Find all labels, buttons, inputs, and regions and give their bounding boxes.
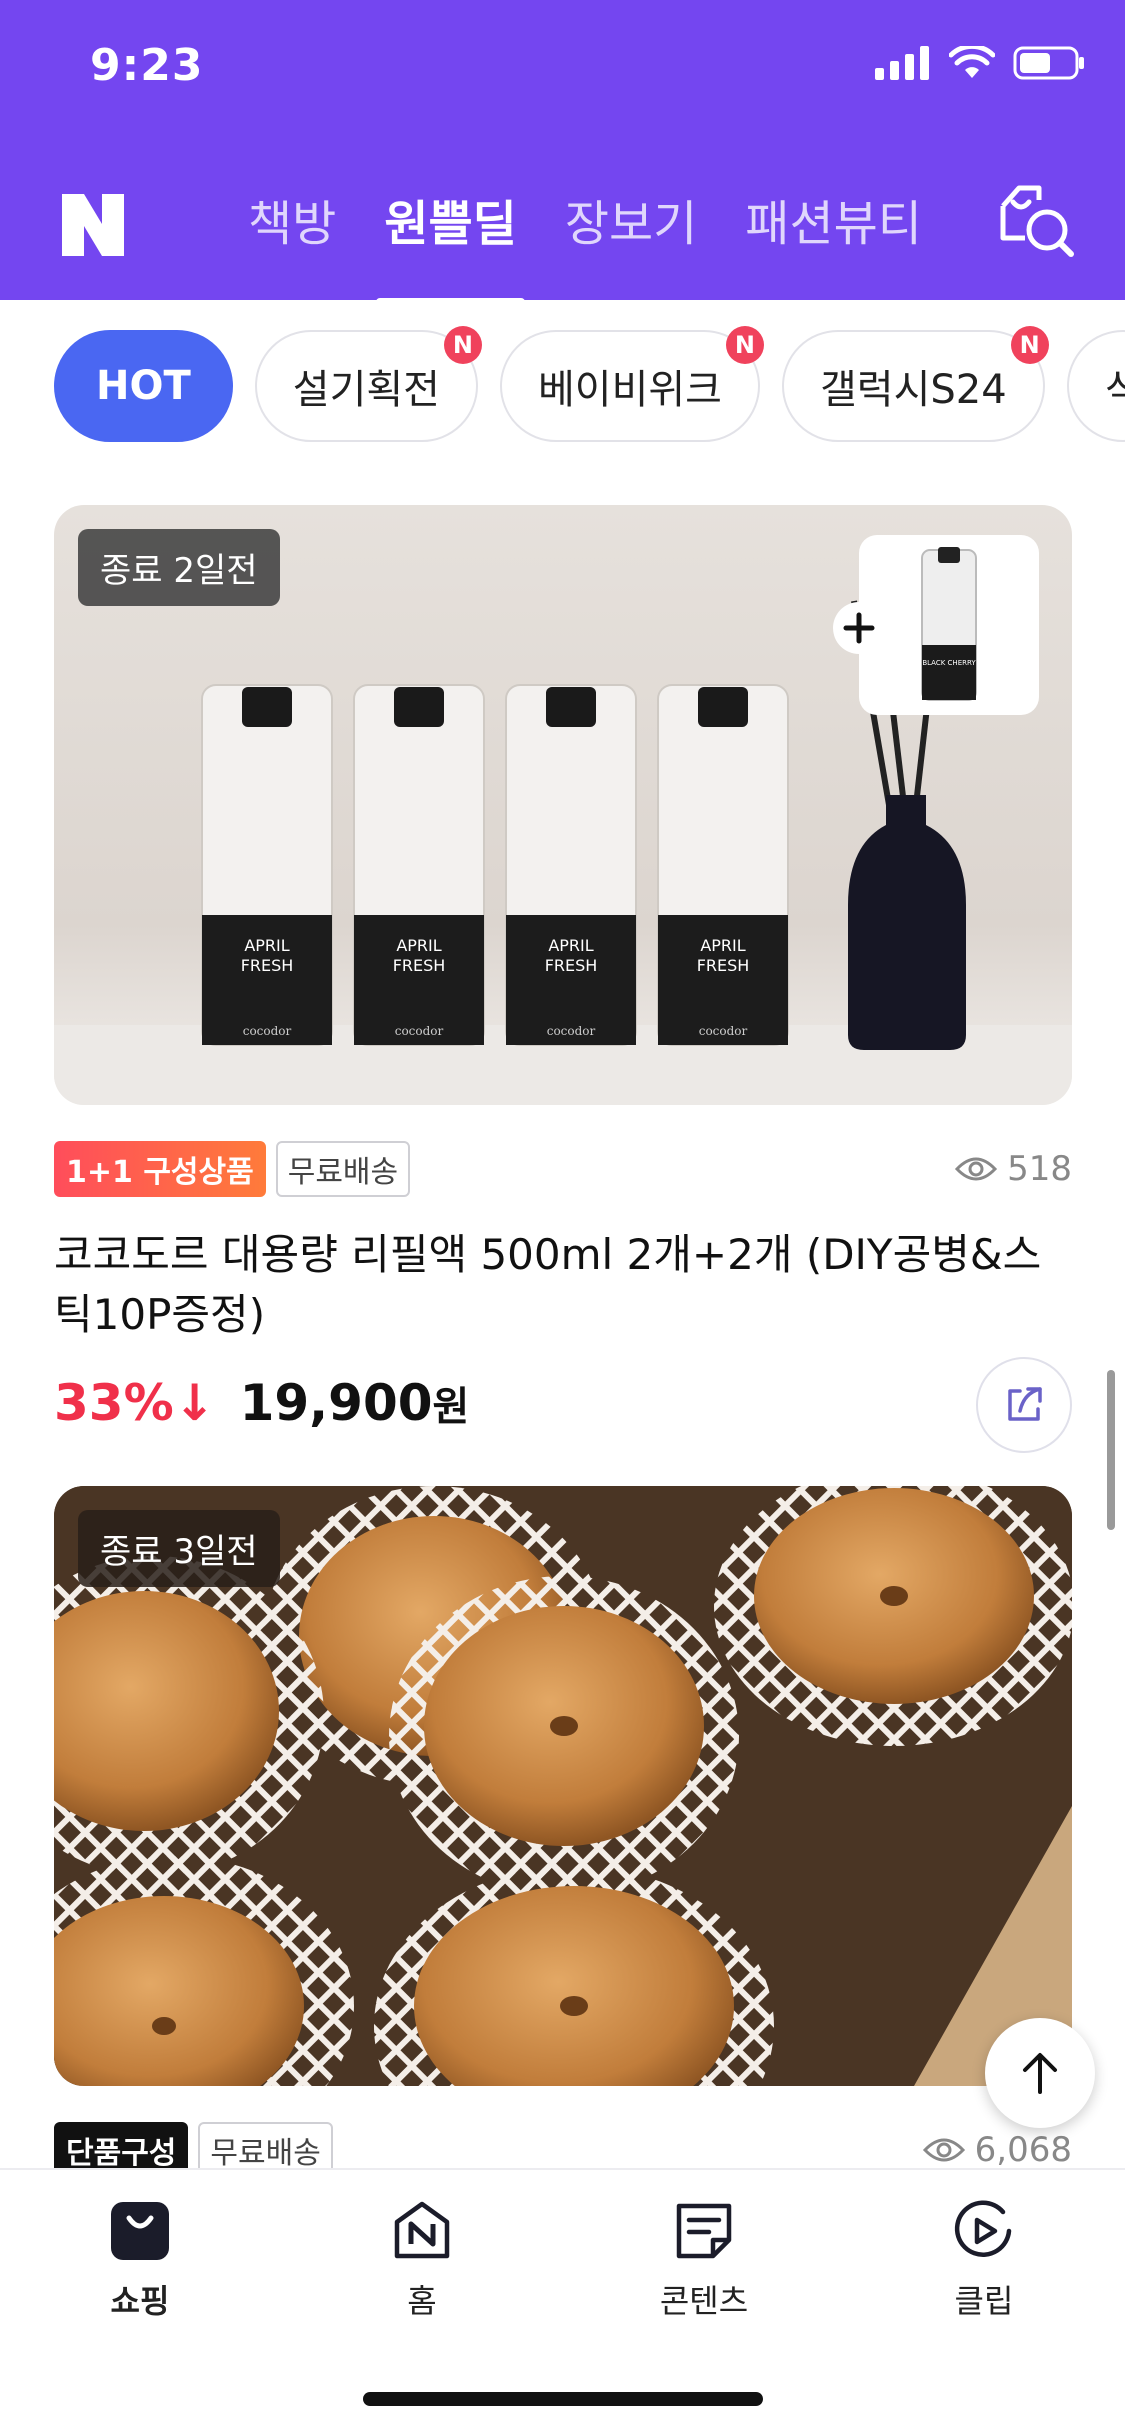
nav-label: 클립 <box>954 2282 1014 2320</box>
new-badge: N <box>443 326 482 364</box>
view-count: 6,068 <box>922 2130 1072 2170</box>
chip-label: 설기획전 <box>292 367 440 413</box>
chip-label: 갤럭시S24 <box>819 367 1007 413</box>
bottle-label: FRESH <box>545 956 598 975</box>
wifi-icon <box>949 46 995 78</box>
product-image-pears[interactable]: 종료 3일전 <box>54 1486 1072 2086</box>
chip-galaxy-s24[interactable]: 갤럭시S24 N <box>781 326 1049 442</box>
home-indicator[interactable] <box>363 2392 763 2406</box>
product-title[interactable]: 코코도르 대용량 리필액 500ml 2개+2개 (DIY공병&스틱10P증정) <box>54 1225 1072 1345</box>
product-image-diffuser[interactable]: APRIL FRESH cocodor APRIL FRESH cocodor … <box>54 505 1072 1105</box>
signal-icon <box>875 46 929 80</box>
inset-label: BLACK CHERRY <box>922 659 976 667</box>
view-count: 518 <box>955 1149 1072 1189</box>
view-count-value: 6,068 <box>974 2130 1072 2170</box>
status-bar: 9:23 <box>0 0 1125 140</box>
tab-bookroom[interactable]: 책방 <box>248 184 336 254</box>
deadline-badge: 종료 3일전 <box>78 1510 280 1587</box>
eye-icon <box>922 2138 965 2162</box>
tab-grocery[interactable]: 장보기 <box>565 184 697 254</box>
product-tags: 1+1 구성상품 무료배송 518 <box>54 1141 1072 1197</box>
chip-label: 식 <box>1104 367 1125 413</box>
bottle-label: APRIL <box>700 936 745 955</box>
clip-play-icon <box>954 2200 1012 2257</box>
price: 19,900원 <box>240 1374 470 1432</box>
shopping-search-icon[interactable] <box>991 176 1081 266</box>
arrow-up-icon <box>1023 2053 1057 2094</box>
battery-icon <box>1013 46 1084 80</box>
deadline-badge: 종료 2일전 <box>78 529 280 606</box>
tab-fashion-beauty[interactable]: 패션뷰티 <box>745 184 922 254</box>
discount-rate: 33%↓ <box>54 1374 216 1432</box>
eye-icon <box>955 1157 998 1181</box>
chip-food[interactable]: 식 <box>1066 330 1125 442</box>
chip-seol-promo[interactable]: 설기획전 N <box>254 326 482 442</box>
shopping-bag-icon <box>111 2202 169 2260</box>
nav-contents[interactable]: 콘텐츠 <box>604 2200 804 2322</box>
nav-label: 홈 <box>407 2282 437 2320</box>
brand-label: cocodor <box>395 1024 444 1038</box>
nav-clip[interactable]: 클립 <box>884 2200 1084 2322</box>
new-badge: N <box>725 326 764 364</box>
bottle-label: APRIL <box>244 936 289 955</box>
bottle-label: FRESH <box>241 956 294 975</box>
bundle-tag: 1+1 구성상품 <box>54 1141 266 1197</box>
product-card[interactable]: APRIL FRESH cocodor APRIL FRESH cocodor … <box>54 505 1072 1453</box>
chip-label: 베이비위크 <box>537 367 722 413</box>
price-value: 19,900 <box>239 1374 433 1432</box>
chip-label: HOT <box>96 363 191 409</box>
bottle-label: FRESH <box>393 956 446 975</box>
bottle-label: APRIL <box>548 936 593 955</box>
new-badge: N <box>1010 326 1049 364</box>
home-n-icon <box>394 2201 450 2259</box>
nav-home[interactable]: 홈 <box>322 2200 522 2322</box>
nav-shopping[interactable]: 쇼핑 <box>40 2200 240 2322</box>
filter-chips: HOT 설기획전 N 베이비위크 N 갤럭시S24 N 식 <box>54 326 1125 442</box>
share-button[interactable] <box>976 1357 1072 1453</box>
product-card[interactable]: 종료 3일전 단품구성 무료배송 6,068 <box>54 1486 1072 2178</box>
view-count-value: 518 <box>1007 1149 1072 1189</box>
scroll-to-top-button[interactable] <box>985 2018 1095 2128</box>
naver-logo-icon[interactable] <box>58 190 128 260</box>
currency-label: 원 <box>432 1384 470 1430</box>
tab-oneplusdeal[interactable]: 원쁠딜 <box>376 184 526 306</box>
brand-label: cocodor <box>243 1024 292 1038</box>
nav-label: 콘텐츠 <box>659 2282 749 2320</box>
brand-label: cocodor <box>699 1024 748 1038</box>
bottle-label: APRIL <box>396 936 441 955</box>
free-shipping-tag: 무료배송 <box>275 1141 411 1197</box>
tab-fade <box>915 160 975 300</box>
top-nav: 책방 원쁠딜 장보기 패션뷰티 <box>0 160 1125 306</box>
scrollbar[interactable] <box>1107 1370 1115 1530</box>
chip-hot[interactable]: HOT <box>54 330 233 442</box>
status-icons <box>875 46 1085 80</box>
chip-baby-week[interactable]: 베이비위크 N <box>499 326 764 442</box>
category-tabs: 책방 원쁠딜 장보기 패션뷰티 <box>248 184 922 306</box>
app-header: 9:23 책방 원쁠딜 장보기 패션뷰티 <box>0 0 1125 306</box>
contents-icon <box>676 2203 732 2259</box>
price-row: 33%↓ 19,900원 <box>54 1357 1072 1453</box>
share-icon <box>1008 1387 1042 1421</box>
brand-label: cocodor <box>547 1024 596 1038</box>
nav-label: 쇼핑 <box>110 2282 170 2320</box>
status-time: 9:23 <box>90 40 204 91</box>
bottle-label: FRESH <box>697 956 750 975</box>
